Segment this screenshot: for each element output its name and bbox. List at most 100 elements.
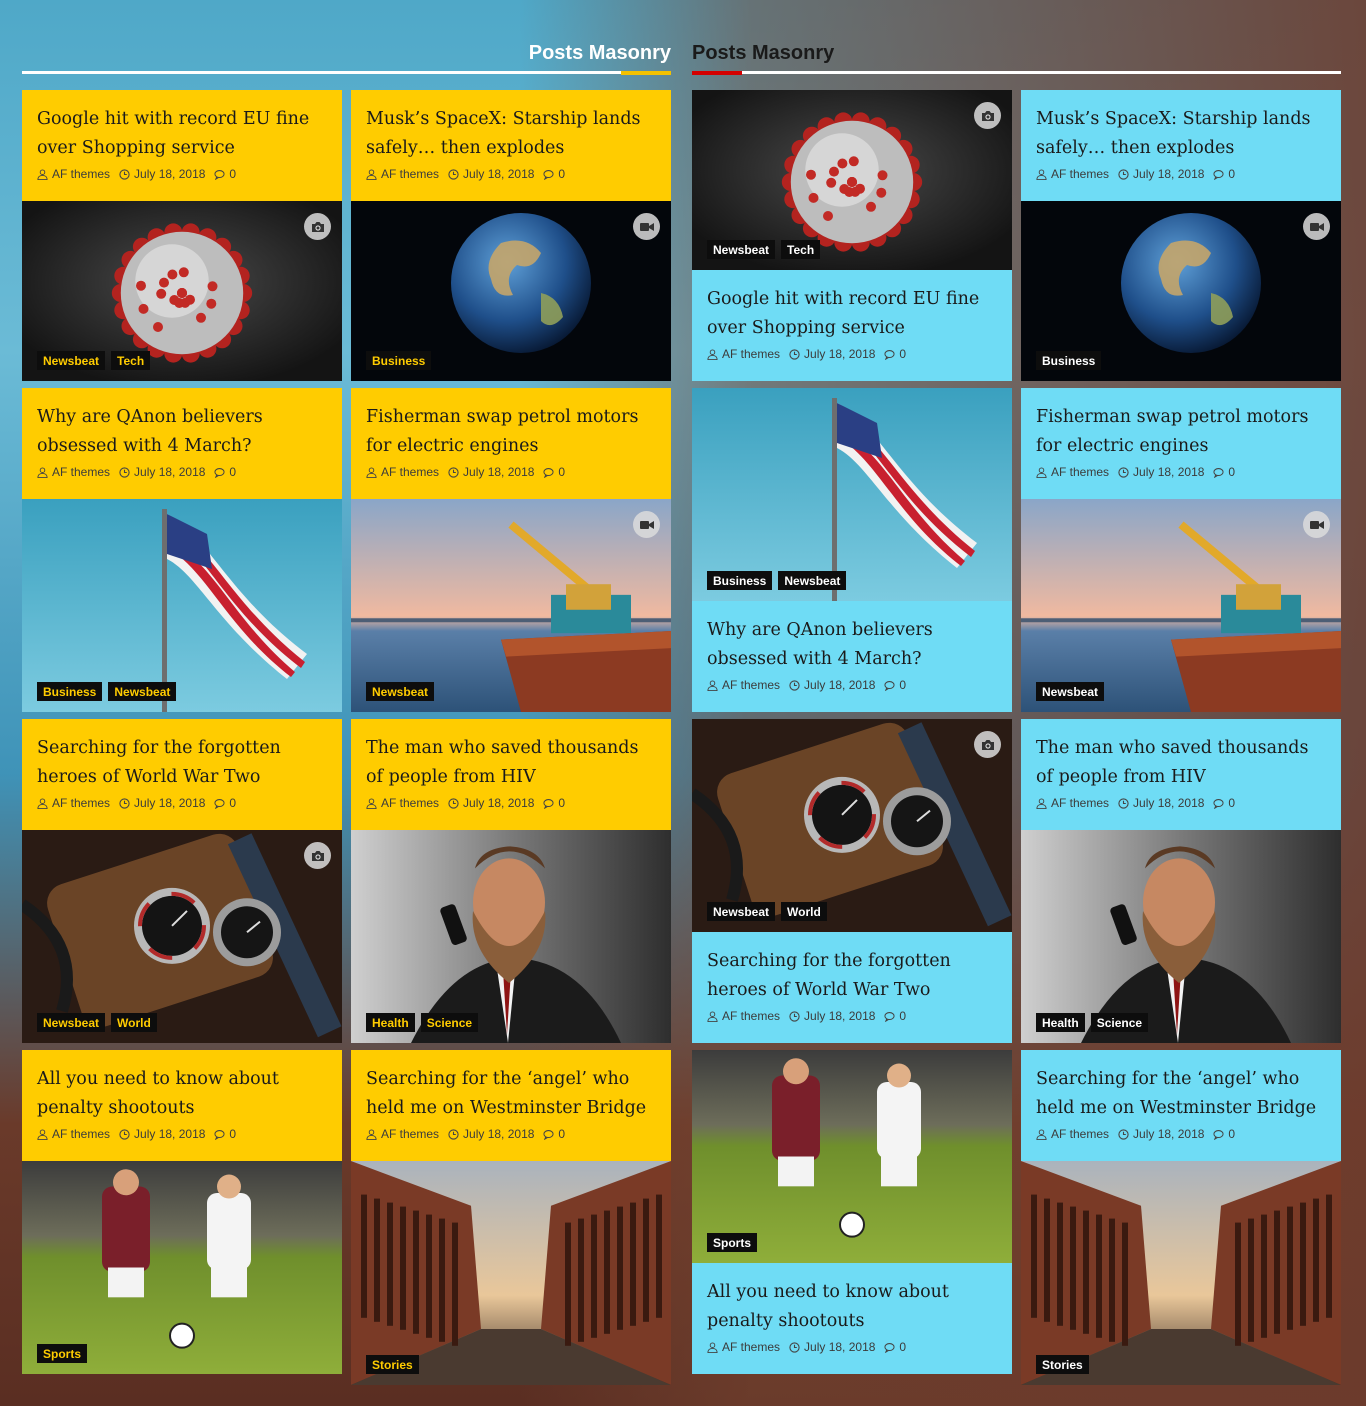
category-tag[interactable]: Sports — [707, 1233, 758, 1252]
author-link[interactable]: AF themes — [1051, 465, 1109, 479]
category-tag[interactable]: Health — [1036, 1013, 1085, 1032]
post-card[interactable]: Musk’s SpaceX: Starship lands safely… th… — [1021, 90, 1341, 381]
category-tag[interactable]: Newsbeat — [1036, 682, 1105, 701]
author-link[interactable]: AF themes — [381, 167, 439, 181]
post-thumbnail[interactable]: Sports — [692, 1050, 1012, 1263]
category-tag[interactable]: Business — [37, 682, 103, 701]
post-title-link[interactable]: Searching for the ‘angel’ who held me on… — [366, 1065, 656, 1123]
category-tag[interactable]: Science — [420, 1013, 479, 1032]
post-title-link[interactable]: All you need to know about penalty shoot… — [37, 1065, 327, 1123]
post-card[interactable]: The man who saved thousands of people fr… — [351, 719, 671, 1043]
category-tag[interactable]: Business — [366, 351, 432, 370]
category-tag[interactable]: Business — [1036, 351, 1102, 370]
post-thumbnail[interactable]: Newsbeat World — [692, 719, 1012, 932]
post-title-link[interactable]: Searching for the forgotten heroes of Wo… — [707, 947, 997, 1005]
post-title-link[interactable]: The man who saved thousands of people fr… — [366, 734, 656, 792]
post-title-link[interactable]: Why are QAnon believers obsessed with 4 … — [37, 403, 327, 461]
comment-count[interactable]: 0 — [899, 1009, 906, 1023]
post-card[interactable]: All you need to know about penalty shoot… — [22, 1050, 342, 1374]
post-title-link[interactable]: Fisherman swap petrol motors for electri… — [366, 403, 656, 461]
post-title-link[interactable]: The man who saved thousands of people fr… — [1036, 734, 1326, 792]
post-date-link[interactable]: July 18, 2018 — [134, 1127, 205, 1141]
category-tag[interactable]: Newsbeat — [37, 351, 106, 370]
author-link[interactable]: AF themes — [381, 1127, 439, 1141]
post-card[interactable]: Why are QAnon believers obsessed with 4 … — [22, 388, 342, 712]
post-thumbnail[interactable]: Stories — [1021, 1161, 1341, 1385]
author-link[interactable]: AF themes — [722, 1340, 780, 1354]
post-card[interactable]: Musk’s SpaceX: Starship lands safely… th… — [351, 90, 671, 381]
category-tag[interactable]: Newsbeat — [108, 682, 177, 701]
post-thumbnail[interactable]: Business Newsbeat — [692, 388, 1012, 601]
category-tag[interactable]: Tech — [111, 351, 151, 370]
post-date-link[interactable]: July 18, 2018 — [1133, 796, 1204, 810]
category-tag[interactable]: Newsbeat — [707, 902, 776, 921]
author-link[interactable]: AF themes — [52, 465, 110, 479]
post-date-link[interactable]: July 18, 2018 — [804, 347, 875, 361]
comment-count[interactable]: 0 — [229, 1127, 236, 1141]
author-link[interactable]: AF themes — [381, 796, 439, 810]
post-date-link[interactable]: July 18, 2018 — [134, 796, 205, 810]
comment-count[interactable]: 0 — [558, 167, 565, 181]
author-link[interactable]: AF themes — [722, 1009, 780, 1023]
author-link[interactable]: AF themes — [52, 796, 110, 810]
category-tag[interactable]: Newsbeat — [37, 1013, 106, 1032]
author-link[interactable]: AF themes — [52, 167, 110, 181]
category-tag[interactable]: Stories — [1036, 1355, 1089, 1374]
category-tag[interactable]: Stories — [366, 1355, 419, 1374]
post-thumbnail[interactable]: Sports — [22, 1161, 342, 1374]
post-card[interactable]: Fisherman swap petrol motors for electri… — [351, 388, 671, 712]
category-tag[interactable]: Newsbeat — [778, 571, 847, 590]
post-card[interactable]: Searching for the ‘angel’ who held me on… — [351, 1050, 671, 1385]
comment-count[interactable]: 0 — [558, 465, 565, 479]
post-thumbnail[interactable]: Business — [351, 201, 671, 381]
post-date-link[interactable]: July 18, 2018 — [804, 1340, 875, 1354]
comment-count[interactable]: 0 — [1228, 465, 1235, 479]
post-card[interactable]: The man who saved thousands of people fr… — [1021, 719, 1341, 1043]
comment-count[interactable]: 0 — [899, 1340, 906, 1354]
post-title-link[interactable]: Google hit with record EU fine over Shop… — [707, 285, 997, 343]
post-thumbnail[interactable]: Newsbeat Tech — [692, 90, 1012, 270]
author-link[interactable]: AF themes — [52, 1127, 110, 1141]
post-date-link[interactable]: July 18, 2018 — [1133, 167, 1204, 181]
post-title-link[interactable]: Searching for the ‘angel’ who held me on… — [1036, 1065, 1326, 1123]
post-thumbnail[interactable]: Newsbeat — [351, 499, 671, 712]
comment-count[interactable]: 0 — [899, 678, 906, 692]
author-link[interactable]: AF themes — [381, 465, 439, 479]
post-date-link[interactable]: July 18, 2018 — [1133, 465, 1204, 479]
author-link[interactable]: AF themes — [1051, 1127, 1109, 1141]
post-date-link[interactable]: July 18, 2018 — [804, 1009, 875, 1023]
category-tag[interactable]: Newsbeat — [707, 240, 776, 259]
comment-count[interactable]: 0 — [1228, 796, 1235, 810]
post-date-link[interactable]: July 18, 2018 — [463, 465, 534, 479]
post-card[interactable]: Newsbeat Tech Google hit with record EU f… — [692, 90, 1012, 381]
post-card[interactable]: Searching for the forgotten heroes of Wo… — [22, 719, 342, 1043]
post-title-link[interactable]: Google hit with record EU fine over Shop… — [37, 105, 327, 163]
category-tag[interactable]: World — [111, 1013, 157, 1032]
post-title-link[interactable]: Musk’s SpaceX: Starship lands safely… th… — [1036, 105, 1326, 163]
comment-count[interactable]: 0 — [899, 347, 906, 361]
post-card[interactable]: Google hit with record EU fine over Shop… — [22, 90, 342, 381]
post-thumbnail[interactable]: Newsbeat World — [22, 830, 342, 1043]
comment-count[interactable]: 0 — [229, 167, 236, 181]
comment-count[interactable]: 0 — [1228, 1127, 1235, 1141]
post-title-link[interactable]: Fisherman swap petrol motors for electri… — [1036, 403, 1326, 461]
post-date-link[interactable]: July 18, 2018 — [134, 167, 205, 181]
post-thumbnail[interactable]: Newsbeat Tech — [22, 201, 342, 381]
category-tag[interactable]: Sports — [37, 1344, 88, 1363]
post-thumbnail[interactable]: Newsbeat — [1021, 499, 1341, 712]
post-title-link[interactable]: Why are QAnon believers obsessed with 4 … — [707, 616, 997, 674]
post-card[interactable]: Newsbeat World Searching for the forgotte… — [692, 719, 1012, 1043]
post-card[interactable]: Searching for the ‘angel’ who held me on… — [1021, 1050, 1341, 1385]
author-link[interactable]: AF themes — [722, 678, 780, 692]
category-tag[interactable]: Tech — [781, 240, 821, 259]
post-date-link[interactable]: July 18, 2018 — [463, 1127, 534, 1141]
post-title-link[interactable]: Musk’s SpaceX: Starship lands safely… th… — [366, 105, 656, 163]
comment-count[interactable]: 0 — [229, 465, 236, 479]
author-link[interactable]: AF themes — [722, 347, 780, 361]
author-link[interactable]: AF themes — [1051, 796, 1109, 810]
post-thumbnail[interactable]: Business Newsbeat — [22, 499, 342, 712]
post-thumbnail[interactable]: Health Science — [1021, 830, 1341, 1043]
post-date-link[interactable]: July 18, 2018 — [134, 465, 205, 479]
post-thumbnail[interactable]: Business — [1021, 201, 1341, 381]
post-card[interactable]: Sports All you need to know about penalt… — [692, 1050, 1012, 1374]
